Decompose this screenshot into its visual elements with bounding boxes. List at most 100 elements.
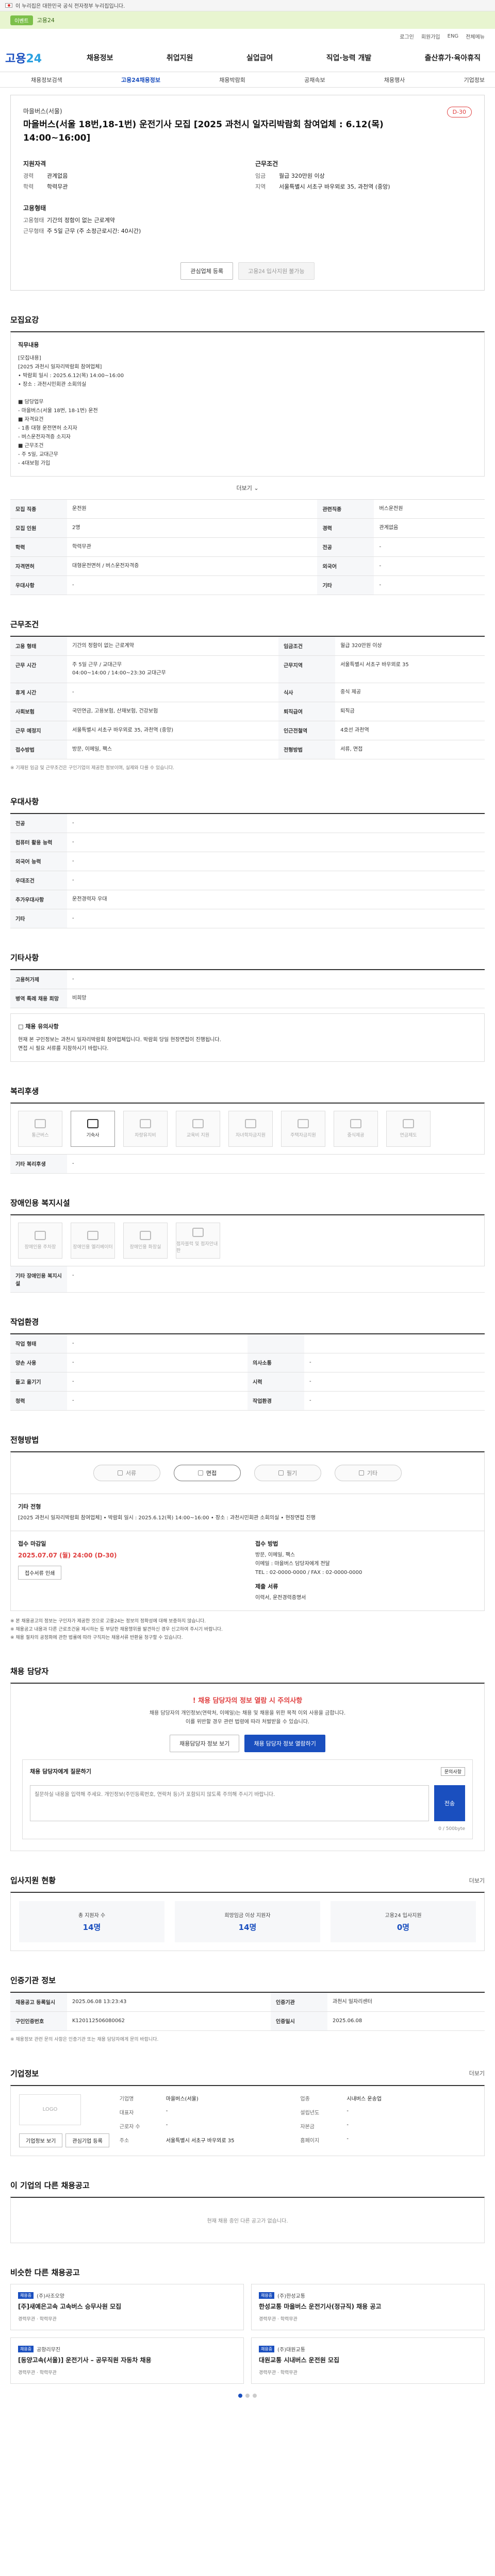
table-row: 근무 예정지 서울특별시 서초구 바우뫼로 35, 과천역 (중앙) 인근전철역 4호…: [10, 721, 485, 740]
related-job-card[interactable]: 채용중 공항리무진 [동양고속(서울)] 운전기사 – 공무직원 자동차 채용 경력무…: [10, 2337, 244, 2384]
row-value: 서울특별시 서초구 바우뫼로 35, 과천역 (중앙): [67, 721, 279, 740]
facility-label: 장애인용 주차장: [24, 1245, 56, 1250]
counsel-text: 채용 담당자의 개인정보(연락처, 이메일)는 채용 및 채용을 위한 목적 이…: [149, 1710, 346, 1725]
row-label-2: 임금조건: [278, 636, 336, 656]
disability-extra: 기타 장애인용 복지시설 -: [10, 1266, 485, 1293]
related-tag: 채용중: [259, 2292, 275, 2299]
row-value: -: [67, 1333, 248, 1353]
promo-pill: 이벤트: [10, 15, 33, 25]
cond-title: 근무조건: [255, 160, 278, 167]
row-value: 주 5일 근무 / 교대근무 04:00~14:00 / 14:00~23:30…: [67, 655, 279, 683]
related-job-card[interactable]: 채용중 (주)대원교통 대원교통 시내버스 운전원 모집 경력무관 · 학력무관: [251, 2337, 485, 2384]
notice-3: ※ 채용 절차의 공정화에 관한 법률에 따라 구직자는 채용서류 반환을 청구…: [10, 1635, 183, 1641]
view-manager-button[interactable]: 채용담당자 정보 보기: [170, 1735, 240, 1753]
table-row: 청력 - 작업환경 -: [10, 1391, 485, 1411]
related-job-card[interactable]: 채용중 (주)사조오양 [주]새예은고속 고속버스 승무사원 모집 경력무관 · 학력…: [10, 2283, 244, 2330]
fold-button[interactable]: 더보기 ⌄: [10, 477, 485, 500]
row-value: 기간의 정함이 없는 근로계약: [67, 636, 279, 656]
hours-label: 근무형태: [23, 228, 44, 235]
job-org[interactable]: 마을버스(서울): [23, 107, 394, 115]
subnav-company[interactable]: 기업정보: [464, 76, 485, 84]
company-info-button[interactable]: 기업정보 보기: [19, 2133, 63, 2147]
menu-jobs[interactable]: 채용정보: [82, 53, 118, 63]
row-label-2: 의사소통: [248, 1353, 304, 1372]
open-manager-button[interactable]: 채용 담당자 정보 열람하기: [244, 1735, 325, 1753]
menu-training[interactable]: 직업·능력 개발: [322, 53, 375, 63]
menu-employment-support[interactable]: 취업지원: [162, 53, 197, 63]
related-org-row: 채용중 (주)사조오양: [18, 2292, 236, 2299]
row-label-2: 인증일시: [271, 2011, 328, 2031]
promo-bar[interactable]: 이벤트 고용24: [0, 11, 495, 29]
interest-button[interactable]: 관심업체 등록: [180, 262, 234, 280]
stat-value: 14명: [82, 1923, 101, 1933]
facility-card: 점자블럭 및 점자안내판: [176, 1222, 220, 1259]
row-label: 전공: [10, 813, 67, 833]
table-row: 우대조건 -: [10, 871, 485, 890]
stat-label: 총 지원자 수: [78, 1913, 106, 1919]
extra-table: 전공 - 컴퓨터 활용 능력 - 외국어 능력 - 우대조건 - 추가우대사항 운전경력자 우대 기…: [10, 812, 485, 928]
send-button[interactable]: 전송: [434, 1785, 465, 1822]
table-row: 고용허가제 -: [10, 969, 485, 989]
row-label-2: 근무지역: [278, 655, 336, 683]
related-meta: 경력무관 · 학력무관: [18, 2370, 57, 2376]
pager-dot[interactable]: [253, 2393, 257, 2398]
manager-section-label: 인증기관 정보: [10, 1976, 56, 1986]
facility-icon: [87, 1231, 98, 1241]
subnav-fair[interactable]: 채용박람회: [219, 76, 245, 84]
company-more-link[interactable]: 더보기: [469, 2069, 485, 2077]
row-value-2: 서울특별시 서초구 바우뫼로 35: [335, 655, 485, 683]
pager-dot[interactable]: [238, 2393, 242, 2398]
welfare-extra-value: -: [67, 1154, 485, 1174]
pager-dot[interactable]: [245, 2393, 250, 2398]
pay-label: 임금: [255, 173, 266, 179]
apply-button[interactable]: 고용24 입사지원 불가능: [238, 262, 315, 280]
hours-value: 주 5일 근무 (주 소정근로시간: 40시간): [47, 228, 141, 235]
step-label: 면접: [206, 1469, 217, 1477]
subnav-worknet[interactable]: 고용24채용정보: [121, 76, 160, 84]
related-org-row: 채용중 공항리무진: [18, 2345, 236, 2353]
row-label-2: 기타: [317, 575, 374, 595]
menu-unemployment[interactable]: 실업급여: [242, 53, 277, 63]
menu-leave[interactable]: 출산휴가·육아휴직: [421, 53, 485, 63]
facility-card: 중식제공: [334, 1110, 378, 1147]
util-login[interactable]: 로그인: [400, 32, 414, 40]
deadline-title: 접수 마감일: [18, 1540, 46, 1547]
util-eng[interactable]: ENG: [448, 33, 459, 39]
row-label-2: 관련직종: [317, 499, 374, 519]
row-label-2: 경력: [317, 518, 374, 538]
conditions-section-label: 근무조건: [10, 619, 39, 629]
print-docs-button[interactable]: 접수서류 인쇄: [18, 1565, 62, 1580]
util-allmenu[interactable]: 전체메뉴: [466, 32, 485, 40]
row-label: 들고 옮기기: [10, 1372, 67, 1392]
subnav-event[interactable]: 채용행사: [384, 76, 405, 84]
row-label: 청력: [10, 1391, 67, 1411]
site-logo[interactable]: 고용24: [5, 49, 82, 66]
other-notice: □ 채용 유의사항 현재 본 구인정보는 과천시 일자리박람회 참여업체입니다.…: [10, 1013, 485, 1062]
disability-grid: 장애인용 주차장 장애인용 엘리베이터 장애인용 화장실 점자블럭 및 점자안내판: [10, 1214, 485, 1266]
other-table: 고용허가제 - 병역 특례 채용 희망 비희망: [10, 969, 485, 1008]
row-label: 추가우대사항: [10, 890, 67, 909]
logo-main: 고용: [5, 52, 26, 65]
stat-label: 고용24 입사지원: [385, 1913, 422, 1919]
company-table: 기업명 마을버스(서울) 업종 시내버스 운송업 대표자 - 설립년도 - 근로자 수 - 자본금 -…: [120, 2094, 476, 2147]
subnav-open[interactable]: 공채속보: [304, 76, 325, 84]
subnav-search[interactable]: 채용정보검색: [31, 76, 62, 84]
question-input[interactable]: [30, 1785, 429, 1822]
company-interest-button[interactable]: 관심기업 등록: [65, 2133, 109, 2147]
process-notices: ※ 본 채용공고의 정보는 구인자가 제공한 것으로 고용24는 정보의 정확성…: [10, 1617, 485, 1642]
util-signup[interactable]: 회원가입: [421, 32, 440, 40]
stats-more-link[interactable]: 더보기: [469, 1876, 485, 1885]
extra-section-label: 우대사항: [10, 796, 39, 806]
region-label: 지역: [255, 183, 266, 191]
related-meta: 경력무관 · 학력무관: [18, 2316, 57, 2322]
manager-table: 채용공고 등록일시 2025.06.08 13:23:43 인증기관 과천시 일자리센…: [10, 1992, 485, 2031]
company-key: 대표자: [119, 2110, 134, 2116]
row-label: 모집 인원: [10, 518, 67, 538]
question-tag[interactable]: 문의사항: [440, 1767, 465, 1776]
others-section-label: 이 기업의 다른 채용공고: [10, 2180, 90, 2190]
welfare-extra: 기타 복리후생 -: [10, 1154, 485, 1174]
facility-card: 장애인용 엘리베이터: [71, 1222, 115, 1259]
company-value: -: [166, 2108, 168, 2114]
row-value-2: 과천시 일자리센터: [327, 1992, 485, 2012]
related-job-card[interactable]: 채용중 (주)한성교통 한성교통 마을버스 운전기사(정규직) 채용 공고 경력무관 …: [251, 2283, 485, 2330]
